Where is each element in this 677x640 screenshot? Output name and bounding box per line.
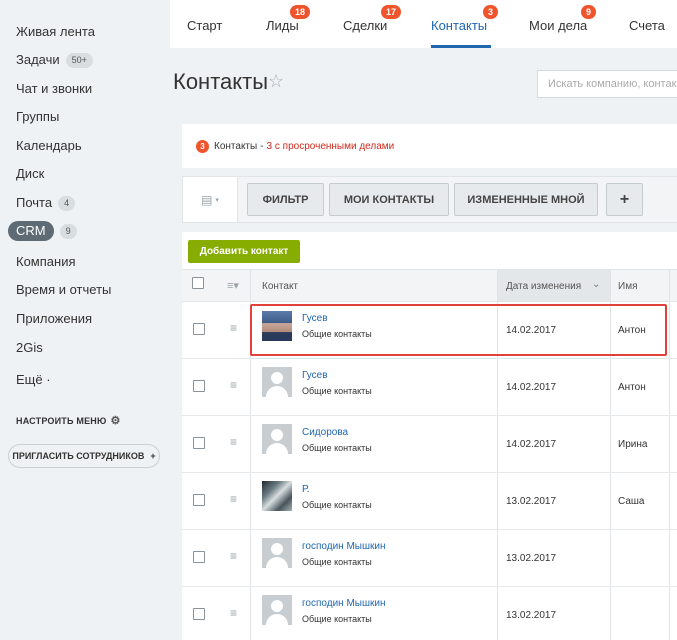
star-icon[interactable]: ☆ — [268, 71, 284, 92]
tab-deals[interactable]: Сделки 17 — [343, 5, 402, 33]
row-menu-icon[interactable]: ≡ — [230, 606, 237, 620]
counter-separator: - — [260, 140, 264, 152]
column-settings-icon[interactable]: ≡▾ — [227, 279, 239, 292]
contact-name-link[interactable]: Р. — [302, 484, 310, 495]
avatar-placeholder — [262, 367, 292, 397]
date-modified: 14.02.2017 — [506, 382, 557, 393]
avatar-placeholder — [262, 538, 292, 568]
mail-count-badge: 4 — [58, 196, 76, 211]
column-first-name[interactable]: Имя — [618, 281, 637, 292]
sidebar-item-2gis[interactable]: 2Gis — [16, 339, 43, 357]
highlight-box — [250, 304, 667, 356]
avatar-placeholder — [262, 595, 292, 625]
row-menu-icon[interactable]: ≡ — [230, 378, 237, 392]
counter-label: Контакты — [214, 140, 258, 152]
add-contact-button[interactable]: Добавить контакт — [188, 240, 300, 263]
row-menu-icon[interactable]: ≡ — [230, 321, 237, 335]
tasks-count-badge: 50+ — [65, 53, 93, 68]
tab-start[interactable]: Старт — [187, 18, 222, 33]
sidebar-item-calendar[interactable]: Календарь — [16, 137, 82, 155]
activity-counter-bar: 3 Контакты - 3 с просроченными делами — [182, 124, 677, 168]
chevron-down-icon: ▾ — [215, 196, 219, 204]
add-filter-button[interactable]: + — [606, 183, 643, 216]
date-modified: 14.02.2017 — [506, 439, 557, 450]
active-tab-indicator — [431, 45, 491, 48]
overdue-link[interactable]: 3 с просроченными делами — [267, 141, 395, 152]
contact-type: Общие контакты — [302, 443, 372, 453]
my-contacts-button[interactable]: МОИ КОНТАКТЫ — [329, 183, 449, 216]
tab-leads[interactable]: Лиды 18 — [266, 5, 311, 33]
tab-invoices[interactable]: Счета — [629, 18, 665, 33]
date-modified: 13.02.2017 — [506, 496, 557, 507]
contact-type: Общие контакты — [302, 614, 372, 624]
overdue-count-badge: 3 — [196, 139, 209, 153]
changed-by-me-button[interactable]: ИЗМЕНЕННЫЕ МНОЙ — [454, 183, 598, 216]
crm-count-badge: 9 — [59, 224, 77, 239]
row-checkbox[interactable] — [193, 323, 205, 335]
sidebar-item-company[interactable]: Компания — [16, 253, 76, 271]
row-menu-icon[interactable]: ≡ — [230, 549, 237, 563]
page-title: Контакты — [173, 69, 269, 94]
first-name: Ирина — [618, 439, 648, 450]
table-row[interactable] — [182, 587, 677, 640]
top-tabs-bar — [170, 0, 677, 48]
row-checkbox[interactable] — [193, 437, 205, 449]
leads-count-badge: 18 — [290, 5, 311, 19]
sidebar-item-apps[interactable]: Приложения — [16, 310, 92, 328]
search-input[interactable]: Искать компанию, контакт — [537, 70, 677, 98]
table-row[interactable] — [182, 530, 677, 587]
gear-icon: ⚙ — [110, 415, 121, 427]
sidebar-item-more[interactable]: Ещё · — [16, 371, 51, 389]
activities-count-badge: 9 — [581, 5, 597, 19]
sort-chevron-icon: ⌄ — [592, 279, 601, 290]
configure-menu-button[interactable]: НАСТРОИТЬ МЕНЮ ⚙ — [16, 414, 121, 427]
contact-type: Общие контакты — [302, 500, 372, 510]
row-checkbox[interactable] — [193, 551, 205, 563]
select-all-checkbox[interactable] — [192, 277, 204, 289]
table-row[interactable] — [182, 359, 677, 416]
column-date-modified[interactable]: Дата изменения — [506, 281, 581, 292]
contacts-count-badge: 3 — [483, 5, 499, 19]
table-row[interactable] — [182, 416, 677, 473]
sidebar-item-groups[interactable]: Группы — [16, 108, 59, 126]
sidebar-item-crm[interactable]: CRM 9 — [8, 221, 77, 241]
first-name: Антон — [618, 382, 646, 393]
contact-name-link[interactable]: Сидорова — [302, 427, 348, 438]
row-checkbox[interactable] — [193, 608, 205, 620]
row-checkbox[interactable] — [193, 494, 205, 506]
sidebar-item-disk[interactable]: Диск — [16, 165, 44, 183]
date-modified: 13.02.2017 — [506, 610, 557, 621]
contact-type: Общие контакты — [302, 386, 372, 396]
column-contact[interactable]: Контакт — [262, 281, 298, 292]
sidebar-item-mail[interactable]: Почта 4 — [16, 194, 76, 212]
table-view-icon: ▤ — [201, 192, 213, 207]
filter-button[interactable]: ФИЛЬТР — [247, 183, 324, 216]
plus-icon: + — [150, 451, 156, 461]
row-checkbox[interactable] — [193, 380, 205, 392]
sidebar-item-live-feed[interactable]: Живая лента — [16, 23, 95, 41]
contact-name-link[interactable]: господин Мышкин — [302, 541, 386, 552]
sidebar-item-time-reports[interactable]: Время и отчеты — [16, 281, 111, 299]
invite-employees-button[interactable]: ПРИГЛАСИТЬ СОТРУДНИКОВ + — [8, 444, 160, 468]
first-name: Саша — [618, 496, 645, 507]
view-switcher[interactable]: ▤ ▾ — [182, 176, 238, 223]
contact-type: Общие контакты — [302, 557, 372, 567]
avatar — [262, 481, 292, 511]
date-modified: 13.02.2017 — [506, 553, 557, 564]
sidebar-item-chat[interactable]: Чат и звонки — [16, 80, 92, 98]
table-row[interactable] — [182, 473, 677, 530]
row-menu-icon[interactable]: ≡ — [230, 492, 237, 506]
sidebar: Живая лента Задачи 50+ Чат и звонки Групп… — [0, 0, 170, 640]
deals-count-badge: 17 — [381, 5, 402, 19]
avatar-placeholder — [262, 424, 292, 454]
contact-name-link[interactable]: Гусев — [302, 370, 328, 381]
sidebar-item-tasks[interactable]: Задачи 50+ — [16, 51, 93, 69]
tab-my-activities[interactable]: Мои дела 9 — [529, 5, 597, 33]
row-menu-icon[interactable]: ≡ — [230, 435, 237, 449]
tab-contacts[interactable]: Контакты 3 — [431, 5, 499, 33]
contact-name-link[interactable]: господин Мышкин — [302, 598, 386, 609]
